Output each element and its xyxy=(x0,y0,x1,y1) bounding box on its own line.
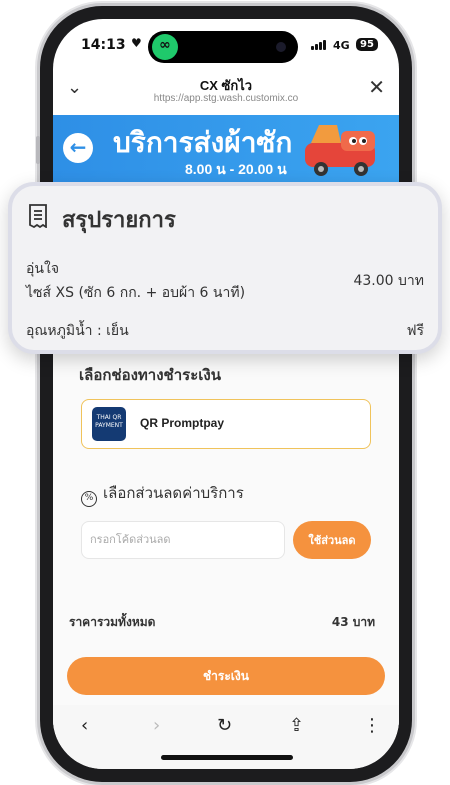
home-indicator xyxy=(161,755,293,760)
total-value: 43 บาท xyxy=(331,615,375,629)
camera-icon xyxy=(276,42,286,52)
item-price: 43.00 บาท xyxy=(353,273,424,289)
browser-header: ⌄ CX ซักไว https://app.stg.wash.customix… xyxy=(53,69,399,115)
summary-title: สรุปรายการ xyxy=(62,208,176,233)
thai-qr-logo: THAI QR PAYMENT xyxy=(92,407,126,441)
page-url: https://app.stg.wash.customix.co xyxy=(153,93,299,104)
status-bar: 14:13 ♥ ∞ 4G 95 xyxy=(53,19,399,67)
delivery-truck-icon xyxy=(305,125,375,176)
phone-frame: 14:13 ♥ ∞ 4G 95 ⌄ CX ซักไว https://app.s… xyxy=(36,6,416,782)
phone-screen: 14:13 ♥ ∞ 4G 95 ⌄ CX ซักไว https://app.s… xyxy=(53,19,399,769)
receipt-icon xyxy=(29,204,47,228)
back-arrow-icon[interactable]: ‹ xyxy=(81,715,88,736)
qr-promptpay-label: QR Promptpay xyxy=(140,416,225,430)
discount-title-text: เลือกส่วนลดค่าบริการ xyxy=(103,484,244,502)
close-icon[interactable]: ✕ xyxy=(368,75,385,99)
arrow-left-icon[interactable]: ← xyxy=(63,133,93,163)
signal-icon xyxy=(311,40,329,50)
coupon-code-input[interactable] xyxy=(81,521,285,559)
more-icon[interactable]: ⋮ xyxy=(363,715,381,736)
qr-promptpay-option[interactable]: THAI QR PAYMENT QR Promptpay xyxy=(81,399,371,449)
item-description: ไซส์ XS (ซัก 6 กก. + อบผ้า 6 นาที) xyxy=(26,285,246,301)
pay-button[interactable]: ชำระเงิน xyxy=(67,657,385,695)
payment-section-title: เลือกช่องทางชำระเงิน xyxy=(79,366,221,384)
status-time: 14:13 xyxy=(81,37,126,53)
discount-icon: % xyxy=(81,491,97,507)
heart-icon: ♥ xyxy=(131,36,142,50)
total-label: ราคารวมทั้งหมด xyxy=(69,615,156,629)
temperature-price: ฟรี xyxy=(406,323,424,339)
water-temperature: อุณหภูมิน้ำ : เย็น xyxy=(26,323,129,339)
discount-section-title: % เลือกส่วนลดค่าบริการ xyxy=(81,481,244,507)
link-icon: ∞ xyxy=(152,34,178,60)
item-name: อุ่นใจ xyxy=(26,261,60,277)
battery-indicator: 95 xyxy=(356,38,378,51)
service-banner: ← บริการส่งผ้าซัก 8.00 น - 20.00 น xyxy=(53,115,399,185)
banner-hours: 8.00 น - 20.00 น xyxy=(185,161,287,177)
order-summary-panel: สรุปรายการ อุ่นใจ ไซส์ XS (ซัก 6 กก. + อ… xyxy=(8,182,442,354)
share-icon[interactable]: ⇪ xyxy=(289,715,304,736)
apply-coupon-button[interactable]: ใช้ส่วนลด xyxy=(293,521,371,559)
network-type: 4G xyxy=(333,39,350,52)
reload-icon[interactable]: ↻ xyxy=(217,715,232,736)
dynamic-island: ∞ xyxy=(148,31,298,63)
forward-arrow-icon[interactable]: › xyxy=(153,715,160,736)
mute-switch xyxy=(36,136,40,164)
